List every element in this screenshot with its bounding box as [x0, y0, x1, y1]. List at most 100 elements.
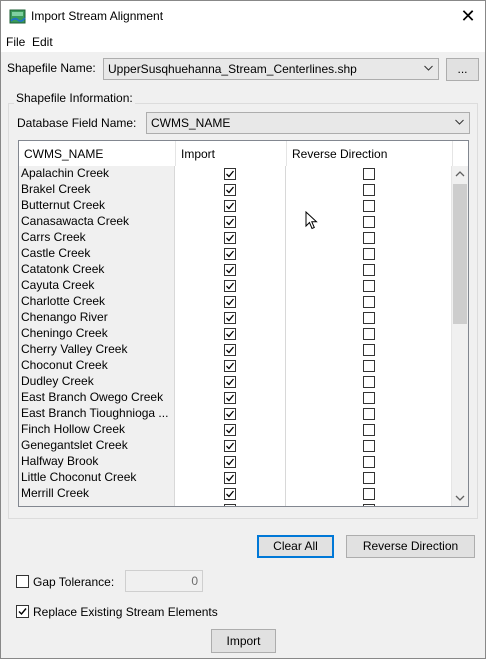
stream-name-cell[interactable]: Canasawacta Creek [19, 214, 175, 230]
reverse-direction-checkbox[interactable] [363, 392, 375, 404]
import-checkbox[interactable] [224, 312, 236, 324]
stream-name-cell[interactable]: Charlotte Creek [19, 294, 175, 310]
reverse-direction-checkbox[interactable] [363, 424, 375, 436]
column-header-import[interactable]: Import [176, 141, 287, 167]
import-checkbox[interactable] [224, 248, 236, 260]
stream-name-cell[interactable]: Halfway Brook [19, 454, 175, 470]
table-row[interactable]: East Branch Owego Creek [19, 390, 452, 406]
table-row[interactable]: East Branch Tioughnioga ... [19, 406, 452, 422]
table-row[interactable]: Charlotte Creek [19, 294, 452, 310]
reverse-direction-button[interactable]: Reverse Direction [346, 535, 475, 558]
stream-name-cell[interactable]: Cherry Valley Creek [19, 342, 175, 358]
stream-name-cell[interactable]: Brakel Creek [19, 182, 175, 198]
browse-button[interactable]: ... [446, 58, 479, 81]
import-checkbox[interactable] [224, 488, 236, 500]
scroll-up-icon[interactable] [452, 166, 468, 183]
table-row[interactable]: Finch Hollow Creek [19, 422, 452, 438]
table-row[interactable]: Chenango River [19, 310, 452, 326]
import-checkbox[interactable] [224, 456, 236, 468]
reverse-direction-checkbox[interactable] [363, 248, 375, 260]
import-checkbox[interactable] [224, 200, 236, 212]
gap-tolerance-input[interactable]: 0 [125, 570, 203, 592]
table-row[interactable]: Choconut Creek [19, 358, 452, 374]
import-checkbox[interactable] [224, 504, 236, 506]
menu-file[interactable]: File [6, 35, 25, 49]
stream-name-cell[interactable]: Finch Hollow Creek [19, 422, 175, 438]
table-row[interactable]: Cherry Valley Creek [19, 342, 452, 358]
reverse-direction-checkbox[interactable] [363, 264, 375, 276]
table-row[interactable]: Cheningo Creek [19, 326, 452, 342]
close-icon[interactable]: ✕ [451, 1, 485, 32]
reverse-direction-checkbox[interactable] [363, 216, 375, 228]
stream-name-cell[interactable]: Castle Creek [19, 246, 175, 262]
stream-name-cell[interactable]: Butternut Creek [19, 198, 175, 214]
import-checkbox[interactable] [224, 264, 236, 276]
replace-existing-checkbox[interactable] [16, 605, 29, 618]
stream-name-cell[interactable]: East Branch Owego Creek [19, 390, 175, 406]
reverse-direction-checkbox[interactable] [363, 408, 375, 420]
database-field-name-dropdown[interactable]: CWMS_NAME [146, 112, 470, 134]
import-checkbox[interactable] [224, 440, 236, 452]
import-checkbox[interactable] [224, 184, 236, 196]
scroll-down-icon[interactable] [452, 489, 468, 506]
table-row[interactable]: Canasawacta Creek [19, 214, 452, 230]
table-row[interactable] [19, 502, 452, 506]
stream-name-cell[interactable]: Chenango River [19, 310, 175, 326]
import-checkbox[interactable] [224, 296, 236, 308]
gap-tolerance-checkbox[interactable] [16, 575, 29, 588]
stream-name-cell[interactable]: East Branch Tioughnioga ... [19, 406, 175, 422]
table-row[interactable]: Genegantslet Creek [19, 438, 452, 454]
table-row[interactable]: Merrill Creek [19, 486, 452, 502]
stream-name-cell[interactable]: Genegantslet Creek [19, 438, 175, 454]
import-checkbox[interactable] [224, 232, 236, 244]
stream-name-cell[interactable]: Merrill Creek [19, 486, 175, 502]
import-checkbox[interactable] [224, 216, 236, 228]
reverse-direction-checkbox[interactable] [363, 440, 375, 452]
reverse-direction-checkbox[interactable] [363, 456, 375, 468]
reverse-direction-checkbox[interactable] [363, 280, 375, 292]
table-row[interactable]: Halfway Brook [19, 454, 452, 470]
reverse-direction-checkbox[interactable] [363, 472, 375, 484]
stream-name-cell[interactable]: Carrs Creek [19, 230, 175, 246]
table-row[interactable]: Brakel Creek [19, 182, 452, 198]
import-checkbox[interactable] [224, 360, 236, 372]
import-checkbox[interactable] [224, 376, 236, 388]
table-row[interactable]: Cayuta Creek [19, 278, 452, 294]
reverse-direction-checkbox[interactable] [363, 168, 375, 180]
reverse-direction-checkbox[interactable] [363, 328, 375, 340]
import-checkbox[interactable] [224, 280, 236, 292]
table-row[interactable]: Dudley Creek [19, 374, 452, 390]
column-header-cwms-name[interactable]: CWMS_NAME [19, 141, 176, 167]
import-checkbox[interactable] [224, 328, 236, 340]
reverse-direction-checkbox[interactable] [363, 488, 375, 500]
clear-all-button[interactable]: Clear All [257, 535, 334, 558]
reverse-direction-checkbox[interactable] [363, 232, 375, 244]
column-header-reverse-direction[interactable]: Reverse Direction [287, 141, 453, 167]
reverse-direction-checkbox[interactable] [363, 376, 375, 388]
reverse-direction-checkbox[interactable] [363, 296, 375, 308]
reverse-direction-checkbox[interactable] [363, 312, 375, 324]
reverse-direction-checkbox[interactable] [363, 344, 375, 356]
reverse-direction-checkbox[interactable] [363, 504, 375, 506]
menu-edit[interactable]: Edit [32, 35, 53, 49]
stream-name-cell[interactable]: Choconut Creek [19, 358, 175, 374]
shapefile-name-dropdown[interactable]: UpperSusqhuehanna_Stream_Centerlines.shp [103, 58, 439, 80]
vertical-scrollbar[interactable] [451, 166, 468, 506]
table-row[interactable]: Butternut Creek [19, 198, 452, 214]
import-checkbox[interactable] [224, 344, 236, 356]
scroll-thumb[interactable] [453, 184, 467, 324]
import-checkbox[interactable] [224, 168, 236, 180]
stream-name-cell[interactable]: Cayuta Creek [19, 278, 175, 294]
import-checkbox[interactable] [224, 408, 236, 420]
import-checkbox[interactable] [224, 392, 236, 404]
reverse-direction-checkbox[interactable] [363, 200, 375, 212]
stream-name-cell[interactable]: Cheningo Creek [19, 326, 175, 342]
table-row[interactable]: Apalachin Creek [19, 166, 452, 182]
stream-name-cell[interactable]: Little Choconut Creek [19, 470, 175, 486]
import-checkbox[interactable] [224, 472, 236, 484]
reverse-direction-checkbox[interactable] [363, 360, 375, 372]
table-row[interactable]: Little Choconut Creek [19, 470, 452, 486]
stream-name-cell[interactable]: Apalachin Creek [19, 166, 175, 182]
table-row[interactable]: Catatonk Creek [19, 262, 452, 278]
reverse-direction-checkbox[interactable] [363, 184, 375, 196]
